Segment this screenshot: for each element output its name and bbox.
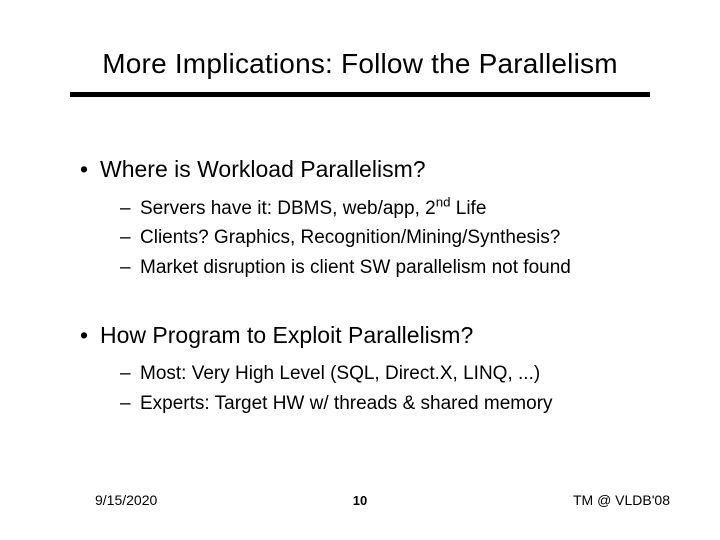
slide: More Implications: Follow the Parallelis… bbox=[0, 0, 720, 540]
sub-bullet-text: Experts: Target HW w/ threads & shared m… bbox=[140, 393, 553, 414]
sub-bullet-item: –Clients? Graphics, Recognition/Mining/S… bbox=[120, 225, 660, 251]
bullet-marker: • bbox=[80, 155, 100, 184]
slide-body: •Where is Workload Parallelism? –Servers… bbox=[80, 155, 660, 421]
dash-marker: – bbox=[120, 391, 140, 417]
bullet-item: •Where is Workload Parallelism? bbox=[80, 155, 660, 184]
bullet-text: How Program to Exploit Parallelism? bbox=[100, 322, 473, 348]
sub-bullet-item: –Servers have it: DBMS, web/app, 2nd Lif… bbox=[120, 196, 660, 222]
bullet-marker: • bbox=[80, 321, 100, 350]
bullet-text: Where is Workload Parallelism? bbox=[100, 156, 426, 182]
sub-bullet-text: Most: Very High Level (SQL, Direct.X, LI… bbox=[140, 363, 540, 384]
sub-bullet-text: Servers have it: DBMS, web/app, 2nd Life bbox=[140, 198, 486, 219]
dash-marker: – bbox=[120, 196, 140, 222]
sub-bullet-text: Clients? Graphics, Recognition/Mining/Sy… bbox=[140, 227, 560, 248]
slide-title: More Implications: Follow the Parallelis… bbox=[0, 48, 720, 80]
sub-bullet-item: –Experts: Target HW w/ threads & shared … bbox=[120, 391, 660, 417]
dash-marker: – bbox=[120, 361, 140, 387]
sub-list: –Most: Very High Level (SQL, Direct.X, L… bbox=[120, 361, 660, 416]
title-underline bbox=[70, 92, 650, 97]
bullet-item: •How Program to Exploit Parallelism? bbox=[80, 321, 660, 350]
dash-marker: – bbox=[120, 255, 140, 281]
sub-bullet-text: Market disruption is client SW paralleli… bbox=[140, 257, 571, 278]
footer-venue: TM @ VLDB'08 bbox=[573, 492, 670, 508]
sub-list: –Servers have it: DBMS, web/app, 2nd Lif… bbox=[120, 196, 660, 281]
dash-marker: – bbox=[120, 225, 140, 251]
sub-bullet-item: –Market disruption is client SW parallel… bbox=[120, 255, 660, 281]
sub-bullet-item: –Most: Very High Level (SQL, Direct.X, L… bbox=[120, 361, 660, 387]
